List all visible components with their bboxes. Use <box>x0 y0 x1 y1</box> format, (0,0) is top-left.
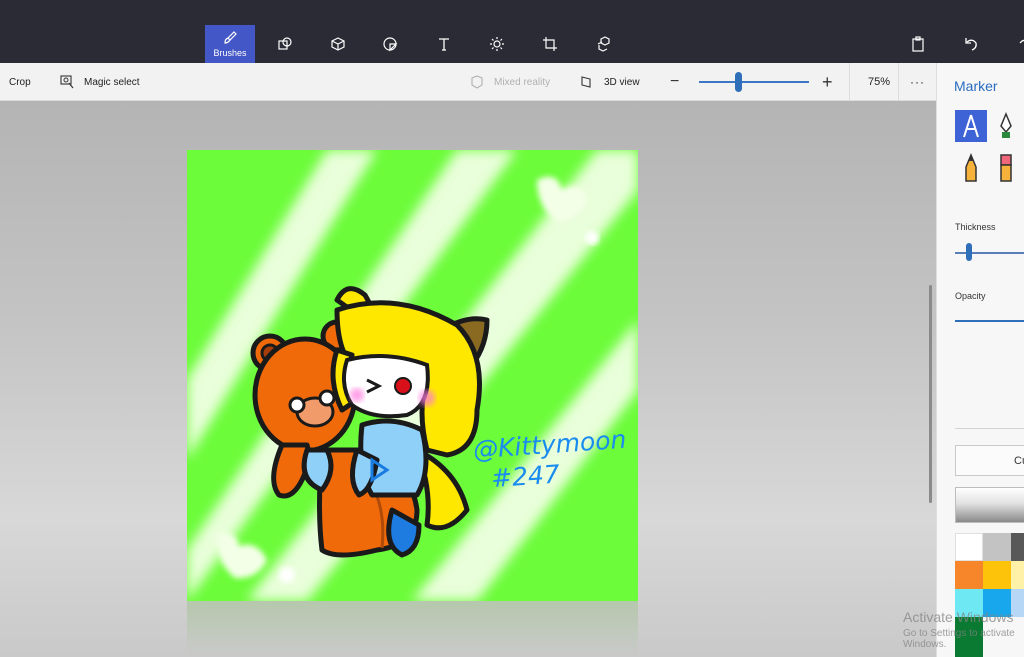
pencil-icon <box>965 153 977 182</box>
opacity-slider-track[interactable] <box>955 320 1024 322</box>
redo-icon <box>1019 39 1024 44</box>
effects-tool-button[interactable] <box>472 25 522 63</box>
stickers-tool-button[interactable] <box>365 25 415 63</box>
signature-text: @Kittymoon #247 <box>472 425 629 496</box>
vertical-scrollbar[interactable] <box>929 285 932 503</box>
mixed-reality-button[interactable]: Mixed reality <box>470 63 550 101</box>
brush-icon <box>224 31 237 44</box>
magic-select-button[interactable]: Magic select <box>60 63 140 101</box>
canvas-icon <box>543 37 557 51</box>
pencil-brush-button[interactable] <box>955 152 987 184</box>
canvas-reflection <box>187 601 638 657</box>
main-toolbar: Brushes <box>0 0 1024 63</box>
3d-view-button[interactable]: 3D view <box>580 63 640 101</box>
3d-view-label: 3D view <box>604 76 640 88</box>
color-swatch-orange[interactable] <box>955 561 983 589</box>
opacity-label: Opacity <box>955 291 986 301</box>
artwork <box>187 150 638 601</box>
undo-button[interactable] <box>946 25 996 63</box>
plus-icon: + <box>822 71 833 92</box>
3d-library-tool-button[interactable] <box>579 25 629 63</box>
paste-button[interactable] <box>893 25 943 63</box>
color-swatch-light-yellow[interactable] <box>1011 561 1024 589</box>
color-swatch-dark-gray[interactable] <box>1011 533 1024 561</box>
custom-color-label: Cu <box>1014 455 1024 467</box>
color-swatch-white[interactable] <box>955 533 983 561</box>
calligraphy-pen-icon <box>1000 112 1012 138</box>
activation-watermark-subtitle: Go to Settings to activate Windows. <box>903 628 1015 650</box>
eraser-button[interactable] <box>990 152 1022 184</box>
3d-shapes-tool-button[interactable] <box>313 25 363 63</box>
brushes-tool-button[interactable]: Brushes <box>205 25 255 63</box>
panel-title: Marker <box>954 78 998 94</box>
canvas-tool-button[interactable] <box>525 25 575 63</box>
effects-icon <box>490 37 504 51</box>
mixed-reality-label: Mixed reality <box>494 76 551 88</box>
2d-shapes-icon <box>278 37 292 50</box>
text-tool-button[interactable] <box>419 25 469 63</box>
thickness-slider-thumb[interactable] <box>966 243 972 261</box>
clipboard-icon <box>912 36 924 52</box>
drawing-canvas[interactable]: @Kittymoon #247 <box>187 150 638 601</box>
eraser-icon <box>1000 154 1012 182</box>
text-icon <box>439 38 449 51</box>
3d-shapes-icon <box>331 37 345 51</box>
current-color-preview[interactable] <box>955 487 1024 523</box>
magic-select-icon <box>60 75 74 89</box>
more-options-button[interactable]: ··· <box>910 63 925 101</box>
more-icon: ··· <box>910 75 925 89</box>
3d-library-icon <box>597 36 610 52</box>
zoom-value: 75% <box>868 76 891 88</box>
mixed-reality-icon <box>471 75 483 89</box>
custom-color-button[interactable]: Cu <box>955 445 1024 476</box>
zoom-slider-thumb[interactable] <box>735 72 742 92</box>
3d-view-icon <box>581 76 591 88</box>
crop-button[interactable]: Crop <box>9 63 31 101</box>
redo-button[interactable] <box>999 25 1024 63</box>
zoom-out-button[interactable]: − <box>670 63 679 101</box>
magic-select-label: Magic select <box>84 76 140 88</box>
minus-icon: − <box>670 73 680 90</box>
divider <box>849 63 850 101</box>
calligraphy-pen-button[interactable] <box>990 110 1022 142</box>
color-swatch-light-gray[interactable] <box>983 533 1011 561</box>
brushes-label: Brushes <box>213 48 247 58</box>
crop-label: Crop <box>9 76 31 88</box>
thickness-label: Thickness <box>955 222 996 232</box>
divider <box>898 63 899 101</box>
panel-divider <box>955 428 1024 429</box>
2d-shapes-tool-button[interactable] <box>260 25 310 63</box>
undo-icon <box>965 38 977 51</box>
zoom-slider-track[interactable] <box>699 81 809 83</box>
marker-icon <box>963 114 979 138</box>
zoom-in-button[interactable]: + <box>822 63 833 101</box>
zoom-percentage[interactable]: 75% <box>868 63 890 101</box>
activation-watermark-title: Activate Windows <box>903 609 1014 625</box>
marker-brush-button[interactable] <box>955 110 987 142</box>
stickers-icon <box>383 37 398 52</box>
color-swatch-yellow[interactable] <box>983 561 1011 589</box>
